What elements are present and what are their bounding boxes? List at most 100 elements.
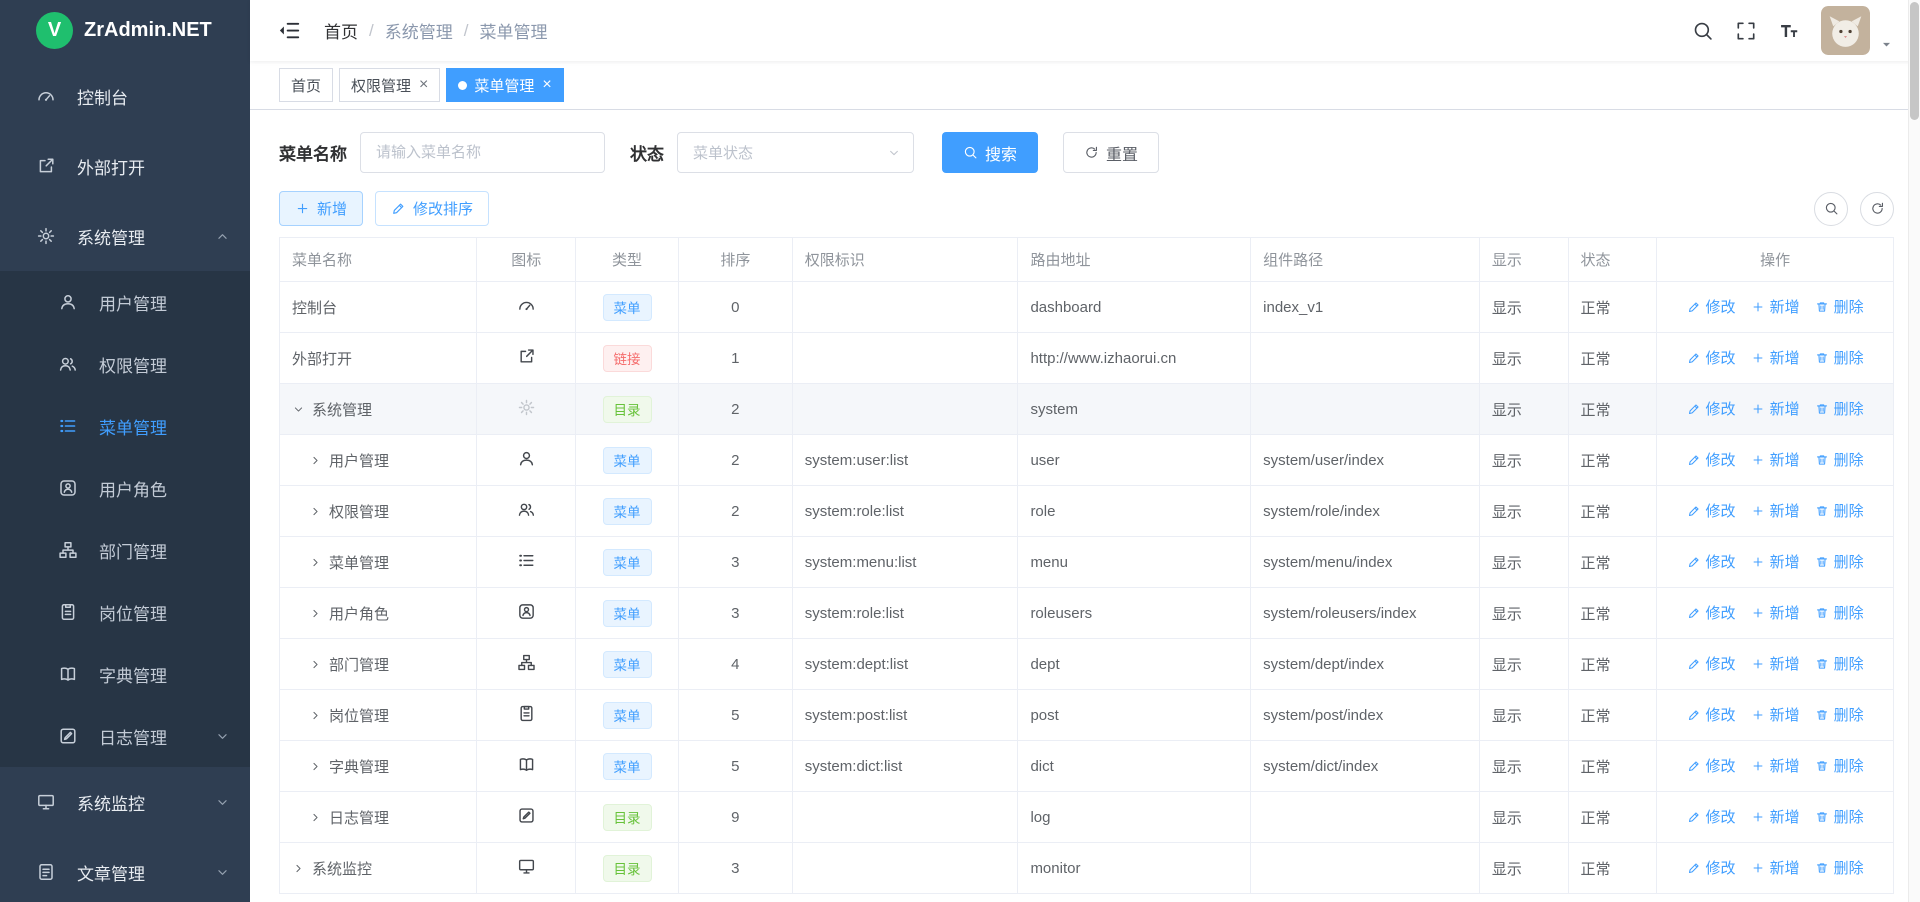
type-tag: 菜单 xyxy=(603,294,652,321)
edit-button[interactable]: 修改 xyxy=(1687,653,1736,674)
fullscreen-icon[interactable] xyxy=(1735,20,1757,42)
sidebar-item-menu[interactable]: 菜单管理 xyxy=(0,395,250,457)
row-collapse-icon[interactable] xyxy=(309,556,322,569)
sidebar-item-dept[interactable]: 部门管理 xyxy=(0,519,250,581)
status-value: 正常 xyxy=(1581,300,1611,317)
row-collapse-icon[interactable] xyxy=(309,811,322,824)
scrollbar-thumb[interactable] xyxy=(1910,2,1919,120)
delete-button[interactable]: 删除 xyxy=(1815,551,1864,572)
sidebar-item-role[interactable]: 权限管理 xyxy=(0,333,250,395)
sidebar-item-user[interactable]: 用户管理 xyxy=(0,271,250,333)
search-icon xyxy=(963,145,978,160)
sidebar-item-dict[interactable]: 字典管理 xyxy=(0,643,250,705)
edit-button[interactable]: 修改 xyxy=(1687,806,1736,827)
app-logo[interactable]: V ZrAdmin.NET xyxy=(0,0,250,61)
sidebar-item-roleusers[interactable]: 用户角色 xyxy=(0,457,250,519)
delete-button[interactable]: 删除 xyxy=(1815,296,1864,317)
menu-status-select[interactable]: 菜单状态 xyxy=(677,132,914,173)
row-collapse-icon[interactable] xyxy=(309,607,322,620)
delete-button[interactable]: 删除 xyxy=(1815,602,1864,623)
edit-button[interactable]: 修改 xyxy=(1687,551,1736,572)
sidebar-item-dashboard[interactable]: 控制台 xyxy=(0,61,250,131)
view-tab[interactable]: 首页 xyxy=(279,68,333,102)
add-menu-button[interactable]: 新增 xyxy=(279,191,363,226)
plus-icon xyxy=(295,201,310,216)
tab-close-icon[interactable]: × xyxy=(542,77,551,93)
row-collapse-icon[interactable] xyxy=(309,709,322,722)
edit-button[interactable]: 修改 xyxy=(1687,398,1736,419)
sidebar-toggle-icon[interactable] xyxy=(277,18,302,43)
search-button[interactable]: 搜索 xyxy=(942,132,1038,173)
trash-icon xyxy=(1815,504,1829,518)
delete-button[interactable]: 删除 xyxy=(1815,755,1864,776)
edit-icon xyxy=(1687,861,1701,875)
user-menu-caret-icon[interactable] xyxy=(1879,37,1894,52)
add-button[interactable]: 新增 xyxy=(1751,857,1800,878)
toggle-search-button[interactable] xyxy=(1814,192,1848,226)
edit-button[interactable]: 修改 xyxy=(1687,857,1736,878)
edit-button[interactable]: 修改 xyxy=(1687,602,1736,623)
refresh-table-button[interactable] xyxy=(1860,192,1894,226)
user-avatar[interactable] xyxy=(1821,6,1870,55)
logo-text: ZrAdmin.NET xyxy=(84,19,212,42)
sidebar-item-log[interactable]: 日志管理 xyxy=(0,705,250,767)
edit-button[interactable]: 修改 xyxy=(1687,704,1736,725)
breadcrumb-item[interactable]: 首页 xyxy=(324,18,358,43)
perm-value: system:user:list xyxy=(805,452,908,469)
delete-button[interactable]: 删除 xyxy=(1815,449,1864,470)
sort-value: 2 xyxy=(731,503,739,520)
delete-button[interactable]: 删除 xyxy=(1815,806,1864,827)
tab-close-icon[interactable]: × xyxy=(419,77,428,93)
reset-button[interactable]: 重置 xyxy=(1063,132,1159,173)
row-collapse-icon[interactable] xyxy=(309,454,322,467)
edit-button[interactable]: 修改 xyxy=(1687,347,1736,368)
edit-button[interactable]: 修改 xyxy=(1687,755,1736,776)
delete-button[interactable]: 删除 xyxy=(1815,704,1864,725)
row-collapse-icon[interactable] xyxy=(309,505,322,518)
add-button[interactable]: 新增 xyxy=(1751,653,1800,674)
breadcrumb-item[interactable]: 系统管理 xyxy=(385,18,453,43)
add-button[interactable]: 新增 xyxy=(1751,296,1800,317)
delete-button[interactable]: 删除 xyxy=(1815,857,1864,878)
edit-button[interactable]: 修改 xyxy=(1687,296,1736,317)
sidebar-item-system[interactable]: 系统管理 xyxy=(0,201,250,271)
add-button[interactable]: 新增 xyxy=(1751,398,1800,419)
menu-name: 日志管理 xyxy=(329,807,389,828)
menu-name: 权限管理 xyxy=(329,501,389,522)
page-scrollbar[interactable] xyxy=(1908,0,1920,902)
view-tab[interactable]: 菜单管理× xyxy=(446,68,563,102)
sidebar-item-article[interactable]: 文章管理 xyxy=(0,837,250,902)
sidebar-item-post[interactable]: 岗位管理 xyxy=(0,581,250,643)
row-collapse-icon[interactable] xyxy=(309,760,322,773)
menu-name-input[interactable] xyxy=(360,132,605,173)
sidebar-item-monitor[interactable]: 系统监控 xyxy=(0,767,250,837)
sidebar-item-external[interactable]: 外部打开 xyxy=(0,131,250,201)
view-tab[interactable]: 权限管理× xyxy=(339,68,440,102)
add-button[interactable]: 新增 xyxy=(1751,806,1800,827)
delete-button[interactable]: 删除 xyxy=(1815,398,1864,419)
search-icon[interactable] xyxy=(1692,20,1714,42)
delete-button[interactable]: 删除 xyxy=(1815,500,1864,521)
row-expand-icon[interactable] xyxy=(292,403,305,416)
edit-button[interactable]: 修改 xyxy=(1687,500,1736,521)
visible-value: 显示 xyxy=(1492,606,1522,623)
add-button[interactable]: 新增 xyxy=(1751,755,1800,776)
add-button[interactable]: 新增 xyxy=(1751,500,1800,521)
add-button[interactable]: 新增 xyxy=(1751,602,1800,623)
row-collapse-icon[interactable] xyxy=(309,658,322,671)
refresh-icon xyxy=(1870,201,1885,216)
add-button[interactable]: 新增 xyxy=(1751,704,1800,725)
external-icon xyxy=(36,156,56,176)
status-value: 正常 xyxy=(1581,759,1611,776)
add-button[interactable]: 新增 xyxy=(1751,449,1800,470)
trash-icon xyxy=(1815,351,1829,365)
delete-button[interactable]: 删除 xyxy=(1815,653,1864,674)
font-size-icon[interactable] xyxy=(1778,20,1800,42)
add-button[interactable]: 新增 xyxy=(1751,347,1800,368)
add-button[interactable]: 新增 xyxy=(1751,551,1800,572)
edit-button[interactable]: 修改 xyxy=(1687,449,1736,470)
edit-sort-button[interactable]: 修改排序 xyxy=(375,191,489,226)
monitor-icon xyxy=(36,792,56,812)
delete-button[interactable]: 删除 xyxy=(1815,347,1864,368)
row-collapse-icon[interactable] xyxy=(292,862,305,875)
